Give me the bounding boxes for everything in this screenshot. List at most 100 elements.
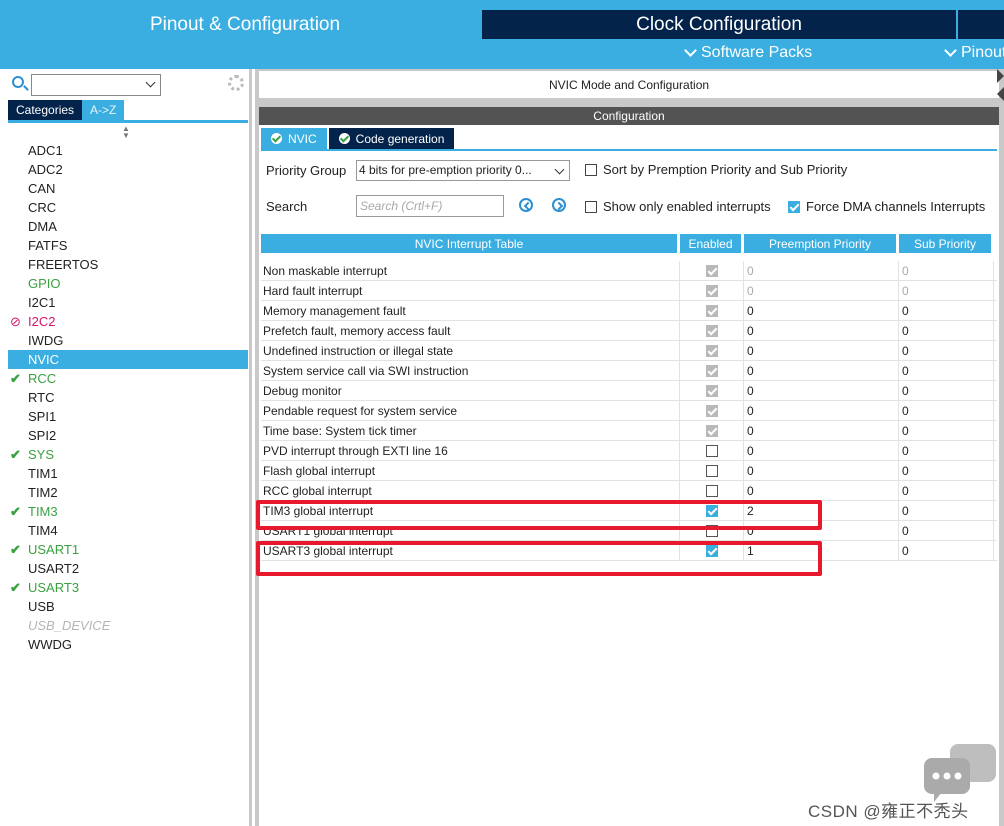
table-row[interactable]: Undefined instruction or illegal state 0 0 (261, 341, 997, 361)
peripheral-item[interactable]: I2C1 (8, 293, 248, 312)
peripheral-item[interactable]: FREERTOS (8, 255, 248, 274)
enabled-checkbox[interactable] (705, 464, 718, 477)
table-row[interactable]: Flash global interrupt 0 0 (261, 461, 997, 481)
column-header-preemption[interactable]: Preemption Priority (744, 234, 899, 253)
sub-priority-cell[interactable]: 0 (899, 461, 994, 480)
preemption-priority-cell[interactable]: 0 (744, 401, 899, 420)
preemption-priority-cell[interactable]: 2 (744, 501, 899, 520)
column-header-sub-priority[interactable]: Sub Priority (899, 234, 994, 253)
peripheral-item[interactable]: IWDG (8, 331, 248, 350)
table-row[interactable]: PVD interrupt through EXTI line 16 0 0 (261, 441, 997, 461)
peripheral-item[interactable]: SPI2 (8, 426, 248, 445)
table-row[interactable]: System service call via SWI instruction 0… (261, 361, 997, 381)
table-row[interactable]: Memory management fault 0 0 (261, 301, 997, 321)
priority-group-select[interactable]: 4 bits for pre-emption priority 0... (356, 160, 570, 181)
tab-clock-configuration[interactable]: Clock Configuration (482, 10, 956, 39)
sub-priority-cell[interactable]: 0 (899, 341, 994, 360)
preemption-priority-cell[interactable]: 0 (744, 481, 899, 500)
table-row[interactable]: RCC global interrupt 0 0 (261, 481, 997, 501)
table-row[interactable]: Hard fault interrupt 0 0 (261, 281, 997, 301)
table-row[interactable]: Time base: System tick timer 0 0 (261, 421, 997, 441)
table-row[interactable]: TIM3 global interrupt 2 0 (261, 501, 997, 521)
tab-overflow[interactable] (958, 10, 1004, 39)
sub-priority-cell[interactable]: 0 (899, 361, 994, 380)
peripheral-item[interactable]: FATFS (8, 236, 248, 255)
tab-pinout-configuration[interactable]: Pinout & Configuration (8, 10, 482, 39)
sort-priority-checkbox[interactable] (585, 163, 597, 176)
tab-nvic[interactable]: NVIC (261, 128, 327, 149)
preemption-priority-cell[interactable]: 0 (744, 341, 899, 360)
enabled-checkbox[interactable] (705, 444, 718, 457)
column-header-enabled[interactable]: Enabled (680, 234, 744, 253)
peripheral-item[interactable]: USB_DEVICE (8, 616, 248, 635)
chevron-down-icon[interactable] (554, 164, 565, 175)
peripheral-item[interactable]: ADC2 (8, 160, 248, 179)
peripheral-item[interactable]: CAN (8, 179, 248, 198)
peripheral-item[interactable]: DMA (8, 217, 248, 236)
peripheral-item[interactable]: ⊘ I2C2 (8, 312, 248, 331)
search-icon[interactable] (12, 76, 24, 88)
enabled-checkbox[interactable] (705, 504, 718, 517)
preemption-priority-cell[interactable]: 0 (744, 361, 899, 380)
sub-priority-cell[interactable]: 0 (899, 421, 994, 440)
sub-priority-cell[interactable]: 0 (899, 441, 994, 460)
search-prev-icon[interactable] (519, 198, 533, 212)
peripheral-item[interactable]: ✔ TIM3 (8, 502, 248, 521)
preemption-priority-cell[interactable]: 0 (744, 421, 899, 440)
force-dma-checkbox[interactable] (788, 200, 800, 213)
enabled-checkbox[interactable] (705, 484, 718, 497)
preemption-priority-cell[interactable]: 0 (744, 441, 899, 460)
column-header-interrupt[interactable]: NVIC Interrupt Table (261, 234, 680, 253)
peripheral-item[interactable]: TIM2 (8, 483, 248, 502)
panel-collapse-icon[interactable] (997, 69, 1004, 109)
peripheral-item[interactable]: TIM4 (8, 521, 248, 540)
peripheral-item[interactable]: ✔ RCC (8, 369, 248, 388)
search-next-icon[interactable] (552, 198, 566, 212)
preemption-priority-cell[interactable]: 0 (744, 321, 899, 340)
peripheral-item[interactable]: USB (8, 597, 248, 616)
sub-priority-cell[interactable]: 0 (899, 301, 994, 320)
preemption-priority-cell[interactable]: 0 (744, 381, 899, 400)
preemption-priority-cell[interactable]: 0 (744, 461, 899, 480)
chevron-down-icon[interactable] (145, 77, 156, 88)
show-enabled-checkbox[interactable] (585, 200, 597, 213)
interrupt-search-input[interactable] (356, 195, 504, 217)
sub-priority-cell[interactable]: 0 (899, 321, 994, 340)
tab-code-generation[interactable]: Code generation (328, 128, 455, 149)
peripheral-item[interactable]: SPI1 (8, 407, 248, 426)
pinout-menu[interactable]: Pinout (944, 44, 1004, 62)
sort-arrows-icon[interactable]: ▲ ▼ (122, 125, 130, 140)
preemption-priority-cell[interactable]: 0 (744, 521, 899, 540)
preemption-priority-cell[interactable]: 1 (744, 541, 899, 560)
peripheral-item[interactable]: ADC1 (8, 141, 248, 160)
table-row[interactable]: Non maskable interrupt 0 0 (261, 261, 997, 281)
software-packs-menu[interactable]: Software Packs (684, 44, 812, 62)
sub-priority-cell[interactable]: 0 (899, 401, 994, 420)
enabled-checkbox[interactable] (705, 524, 718, 537)
peripheral-item[interactable]: TIM1 (8, 464, 248, 483)
sub-priority-cell[interactable]: 0 (899, 521, 994, 540)
peripheral-item[interactable]: ✔ USART1 (8, 540, 248, 559)
gear-icon[interactable] (228, 75, 244, 91)
sub-priority-cell[interactable]: 0 (899, 481, 994, 500)
table-row[interactable]: USART1 global interrupt 0 0 (261, 521, 997, 541)
force-dma-option[interactable]: Force DMA channels Interrupts (788, 199, 985, 214)
sub-priority-cell[interactable]: 0 (899, 501, 994, 520)
table-row[interactable]: USART3 global interrupt 1 0 (261, 541, 997, 561)
tab-categories[interactable]: Categories (8, 100, 83, 120)
peripheral-item[interactable]: RTC (8, 388, 248, 407)
preemption-priority-cell[interactable]: 0 (744, 301, 899, 320)
sort-priority-option[interactable]: Sort by Premption Priority and Sub Prior… (585, 162, 847, 177)
peripheral-item[interactable]: WWDG (8, 635, 248, 654)
enabled-checkbox[interactable] (705, 544, 718, 557)
show-enabled-option[interactable]: Show only enabled interrupts (585, 199, 771, 214)
peripheral-item[interactable]: NVIC (8, 350, 248, 369)
sub-priority-cell[interactable]: 0 (899, 541, 994, 560)
peripheral-item[interactable]: GPIO (8, 274, 248, 293)
category-search-combo[interactable] (31, 74, 161, 96)
peripheral-item[interactable]: ✔ SYS (8, 445, 248, 464)
peripheral-item[interactable]: USART2 (8, 559, 248, 578)
tab-a-to-z[interactable]: A->Z (82, 100, 125, 120)
peripheral-item[interactable]: CRC (8, 198, 248, 217)
peripheral-item[interactable]: ✔ USART3 (8, 578, 248, 597)
